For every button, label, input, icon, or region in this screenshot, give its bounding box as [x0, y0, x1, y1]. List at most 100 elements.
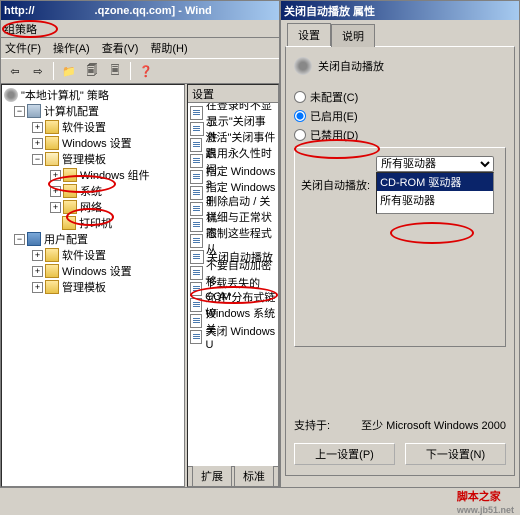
radio-disabled[interactable]: 已禁用(D) — [294, 127, 506, 143]
radio-input[interactable] — [294, 91, 306, 103]
tab-setting[interactable]: 设置 — [287, 23, 331, 46]
app-titlebar: 组策略 — [1, 20, 279, 38]
menu-file[interactable]: 文件(F) — [5, 40, 41, 56]
user-icon — [27, 232, 41, 246]
list-item[interactable]: 限制这些程式从 — [190, 233, 276, 249]
radio-not-configured[interactable]: 未配置(C) — [294, 89, 506, 105]
menu-view[interactable]: 查看(V) — [102, 40, 139, 56]
tree-printer[interactable]: 打印机 — [4, 215, 182, 231]
list-tabs: 扩展 标准 — [188, 466, 278, 486]
folder-open-icon — [45, 152, 59, 166]
props-button[interactable]: 🗐 — [82, 61, 102, 81]
doc-icon — [190, 234, 203, 248]
support-row: 支持于: 至少 Microsoft Windows 2000 — [294, 417, 506, 433]
radio-enabled[interactable]: 已启用(E) — [294, 108, 506, 124]
option-label: 关闭自动播放: — [301, 177, 370, 193]
url-fragment2: .qzone.qq.com] - Wind — [95, 5, 212, 17]
drives-select[interactable]: 所有驱动器 — [376, 156, 494, 172]
tree-software[interactable]: +软件设置 — [4, 119, 182, 135]
tree-computer-config[interactable]: −计算机配置 — [4, 103, 182, 119]
tree-user-software[interactable]: +软件设置 — [4, 247, 182, 263]
expand-icon[interactable]: + — [32, 266, 43, 277]
list-item[interactable]: 关闭 Windows U — [190, 329, 276, 345]
tab-standard[interactable]: 标准 — [234, 466, 274, 487]
help-button[interactable]: ❓ — [136, 61, 156, 81]
tree-network[interactable]: +网络 — [4, 199, 182, 215]
setting-heading: 关闭自动播放 — [318, 58, 384, 74]
folder-icon — [45, 136, 59, 150]
dialog-tabs: 设置 说明 — [281, 24, 519, 46]
watermark: 脚本之家 www.jb51.net — [457, 484, 514, 515]
menu-help[interactable]: 帮助(H) — [150, 40, 187, 56]
collapse-icon[interactable]: − — [14, 106, 25, 117]
collapse-icon[interactable]: − — [32, 154, 43, 165]
folder-icon — [45, 264, 59, 278]
expand-icon[interactable]: + — [32, 122, 43, 133]
policy-icon — [4, 88, 18, 102]
folder-icon — [45, 120, 59, 134]
doc-icon — [190, 218, 203, 232]
list-option-cdrom[interactable]: CD-ROM 驱动器 — [377, 173, 493, 191]
collapse-icon[interactable]: − — [14, 234, 25, 245]
expand-icon[interactable]: + — [32, 282, 43, 293]
support-label: 支持于: — [294, 417, 330, 433]
dialog-title: 关闭自动播放 属性 — [284, 3, 375, 19]
folder-icon — [63, 168, 77, 182]
tree-win-components[interactable]: +Windows 组件 — [4, 167, 182, 183]
tab-explain[interactable]: 说明 — [331, 24, 375, 47]
doc-icon — [190, 298, 202, 312]
doc-icon — [190, 154, 203, 168]
tree-system[interactable]: +系统 — [4, 183, 182, 199]
up-button[interactable]: 📁 — [59, 61, 79, 81]
tree-windows-settings[interactable]: +Windows 设置 — [4, 135, 182, 151]
folder-icon — [63, 200, 77, 214]
setting-icon — [294, 57, 312, 75]
expand-icon[interactable]: + — [50, 170, 61, 181]
url-fragment: http:// — [4, 5, 35, 17]
back-button[interactable]: ⇦ — [5, 61, 25, 81]
tree-user-admin[interactable]: +管理模板 — [4, 279, 182, 295]
folder-icon — [62, 216, 76, 230]
doc-icon — [190, 330, 202, 344]
doc-icon — [190, 282, 202, 296]
folder-icon — [45, 248, 59, 262]
app-title: 组策略 — [4, 21, 37, 37]
list-pane: 设置 在登录时不显示显示"关闭事件激活"关闭事件跟启用永久性时间指定 Windo… — [187, 84, 279, 487]
dialog-titlebar: 关闭自动播放 属性 — [281, 1, 519, 20]
expand-icon[interactable]: + — [50, 186, 61, 197]
expand-icon[interactable]: + — [32, 138, 43, 149]
browser-titlebar: http:// .qzone.qq.com] - Wind — [1, 1, 279, 20]
list-header[interactable]: 设置 — [188, 85, 278, 103]
list-option-all[interactable]: 所有驱动器 — [377, 191, 493, 209]
support-value: 至少 Microsoft Windows 2000 — [361, 417, 506, 433]
expand-icon[interactable]: + — [50, 202, 61, 213]
tab-content: 关闭自动播放 未配置(C) 已启用(E) 已禁用(D) 关闭自动播放: 所有驱动… — [285, 46, 515, 476]
computer-icon — [27, 104, 41, 118]
gpedit-window: http:// .qzone.qq.com] - Wind 组策略 文件(F) … — [0, 0, 280, 488]
radio-input[interactable] — [294, 110, 306, 122]
doc-icon — [190, 122, 204, 136]
properties-dialog: 关闭自动播放 属性 设置 说明 关闭自动播放 未配置(C) 已启用(E) 已禁用… — [280, 0, 520, 488]
drives-listbox[interactable]: CD-ROM 驱动器 所有驱动器 — [376, 172, 494, 214]
menu-action[interactable]: 操作(A) — [53, 40, 90, 56]
doc-icon — [190, 266, 203, 280]
toolbar: ⇦ ⇨ 📁 🗐 🗏 ❓ — [1, 58, 279, 84]
doc-icon — [190, 138, 202, 152]
tab-extended[interactable]: 扩展 — [192, 466, 232, 487]
prev-setting-button[interactable]: 上一设置(P) — [294, 443, 395, 465]
next-setting-button[interactable]: 下一设置(N) — [405, 443, 506, 465]
radio-input[interactable] — [294, 129, 306, 141]
doc-icon — [190, 186, 203, 200]
tree-user-config[interactable]: −用户配置 — [4, 231, 182, 247]
doc-icon — [190, 250, 204, 264]
menubar: 文件(F) 操作(A) 查看(V) 帮助(H) — [1, 38, 279, 58]
list-body[interactable]: 在登录时不显示显示"关闭事件激活"关闭事件跟启用永久性时间指定 Windows … — [188, 103, 278, 466]
refresh-button[interactable]: 🗏 — [105, 61, 125, 81]
expand-icon[interactable]: + — [32, 250, 43, 261]
tree-admin-templates[interactable]: −管理模板 — [4, 151, 182, 167]
forward-button[interactable]: ⇨ — [28, 61, 48, 81]
tree-user-windows[interactable]: +Windows 设置 — [4, 263, 182, 279]
tree-pane[interactable]: "本地计算机" 策略 −计算机配置 +软件设置 +Windows 设置 −管理模… — [1, 84, 185, 487]
tree-root[interactable]: "本地计算机" 策略 — [4, 87, 182, 103]
options-group: 关闭自动播放: 所有驱动器 CD-ROM 驱动器 所有驱动器 — [294, 147, 506, 347]
